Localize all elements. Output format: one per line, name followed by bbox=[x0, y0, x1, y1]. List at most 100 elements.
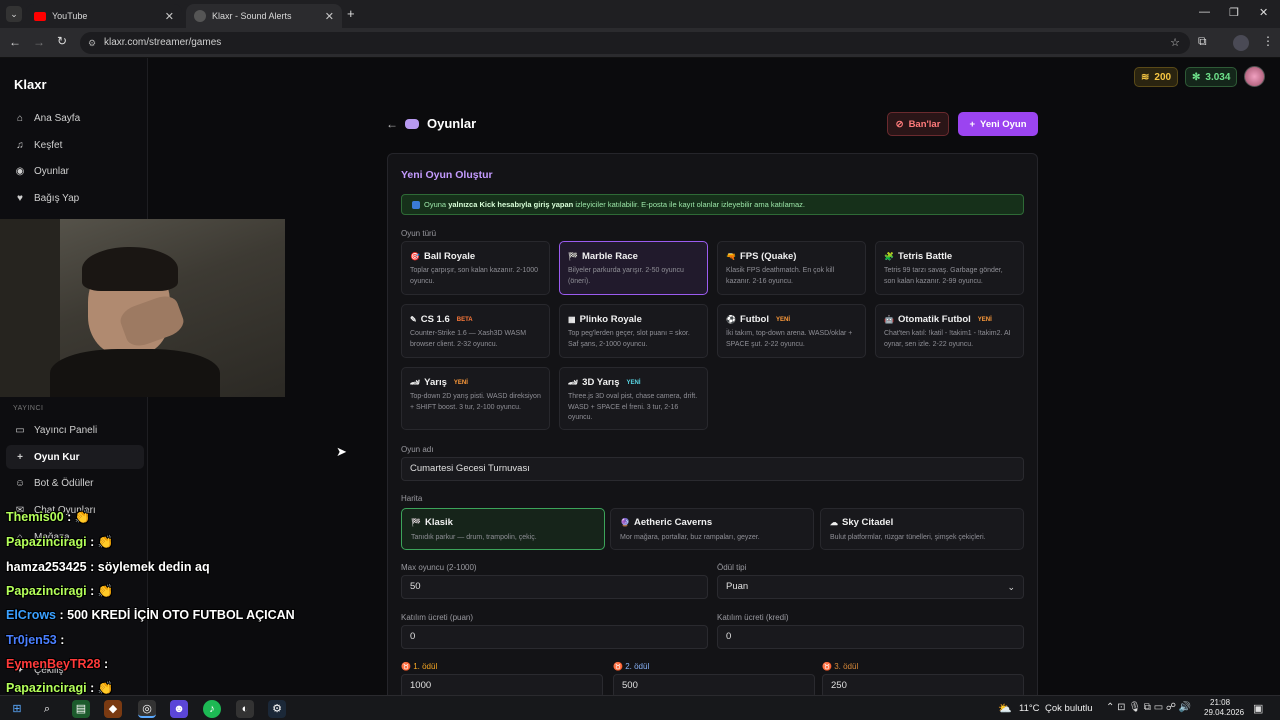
game-type-title-row: 🔫 FPS (Quake) bbox=[726, 251, 857, 262]
new-tab-icon[interactable]: + bbox=[347, 6, 355, 21]
entry-fee-credits-input[interactable]: 0 bbox=[717, 625, 1024, 649]
tab-klaxr[interactable]: Klaxr - Sound Alerts ✕ bbox=[186, 4, 342, 28]
credits-badge[interactable]: ✻ 3.034 bbox=[1185, 67, 1238, 87]
game-type-card[interactable]: ▦ Plinko Royale Top peg'lerden geçer, slot… bbox=[559, 304, 708, 358]
spotify-icon[interactable]: ♪ bbox=[203, 700, 221, 718]
prize-label-row: ♉ 2. ödül bbox=[613, 662, 649, 671]
steam-icon[interactable]: ⚙ bbox=[268, 700, 286, 718]
map-desc: Bulut platformlar, rüzgar tünelleri, şim… bbox=[830, 534, 986, 541]
site-info-icon[interactable]: ⚙ bbox=[88, 32, 96, 54]
close-icon[interactable]: ✕ bbox=[165, 10, 174, 23]
max-players-label: Max oyuncu (2-1000) bbox=[401, 563, 477, 572]
weather-icon: ⛅ bbox=[998, 703, 1012, 715]
menu-icon[interactable]: ⋮ bbox=[1262, 34, 1274, 48]
home-icon: ⌂ bbox=[16, 112, 24, 124]
tray-icons[interactable]: ⌃ ⊡ 🎙 ⧉ ▭ ☍ 🔊 bbox=[1106, 702, 1191, 713]
taskbar: ⊞ ⌕ ▤ ◆ ◎ ☻ ♪ ◐ ⚙ ⛅ 11°C Çok bulutlu ⌃ ⊡… bbox=[0, 695, 1280, 720]
sidebar-item-bot-rewards[interactable]: ☺ Bot & Ödüller bbox=[6, 471, 144, 495]
sidebar-item-discover[interactable]: ♫ Keşfet bbox=[6, 133, 144, 157]
sidebar-item-games[interactable]: ◉ Oyunlar bbox=[6, 159, 144, 183]
extensions-icon[interactable]: ⧉ bbox=[1198, 34, 1207, 49]
back-arrow-icon[interactable]: ← bbox=[386, 117, 398, 131]
game-type-title-row: 🏎 Yarış YENİ bbox=[410, 377, 541, 388]
address-bar: ← → ↻ ⚙ klaxr.com/streamer/games ☆ ⧉ ⋮ bbox=[0, 28, 1280, 58]
game-type-card[interactable]: ✎ CS 1.6 BETA Counter-Strike 1.6 — Xash3D W… bbox=[401, 304, 550, 358]
cloud-icon: ☁ bbox=[830, 518, 838, 527]
map-card[interactable]: ☁ Sky Citadel Bulut platformlar, rüzgar tü… bbox=[820, 508, 1024, 550]
max-players-input[interactable]: 50 bbox=[401, 575, 708, 599]
chat-emote: 👏 bbox=[97, 681, 114, 695]
sidebar-item-donate[interactable]: ♥ Bağış Yap bbox=[6, 186, 144, 210]
plinko-icon: ▦ bbox=[568, 315, 576, 324]
medal-icon: ♉ bbox=[401, 662, 411, 671]
sidebar-item-setup-game[interactable]: + Oyun Kur bbox=[6, 445, 144, 469]
windows-start-icon[interactable]: ⊞ bbox=[8, 700, 26, 718]
sidebar-item-label: Keşfet bbox=[34, 139, 63, 151]
map-title-row: 🔮 Aetheric Caverns bbox=[620, 517, 804, 528]
chat-username: Papazinciragi bbox=[6, 535, 87, 549]
sidebar-item-label: Yayıncı Paneli bbox=[34, 424, 98, 436]
monitor-icon: ▭ bbox=[15, 424, 25, 436]
map-card[interactable]: 🔮 Aetheric Caverns Mor mağara, portallar, … bbox=[610, 508, 814, 550]
app-icon-1[interactable]: ▤ bbox=[72, 700, 90, 718]
sidebar-item-home[interactable]: ⌂ Ana Sayfa bbox=[6, 106, 144, 130]
discord-icon[interactable]: ☻ bbox=[170, 700, 188, 718]
map-title: Sky Citadel bbox=[842, 517, 894, 528]
reward-type-select[interactable]: Puan ⌄ bbox=[717, 575, 1024, 599]
chat-emote: 👏 bbox=[97, 535, 114, 549]
user-avatar[interactable] bbox=[1244, 66, 1265, 87]
prize-label-row: ♉ 3. ödül bbox=[822, 662, 858, 671]
entry-fee-points-label: Katılım ücreti (puan) bbox=[401, 613, 474, 622]
sidebar-item-label: Bağış Yap bbox=[34, 192, 80, 204]
map-card[interactable]: 🏁 Klasik Tanıdık parkur — drum, trampolin,… bbox=[401, 508, 605, 550]
game-type-card[interactable]: ⚽ Futbol YENİ İki takım, top-down arena. WA… bbox=[717, 304, 866, 358]
entry-fee-points-input[interactable]: 0 bbox=[401, 625, 708, 649]
profile-avatar[interactable] bbox=[1233, 35, 1249, 51]
page-title: Oyunlar bbox=[427, 116, 477, 131]
chat-message: Papazinciragi : 👏 bbox=[6, 681, 113, 696]
close-icon[interactable]: ✕ bbox=[325, 10, 334, 23]
chrome-icon[interactable]: ◎ bbox=[138, 700, 156, 718]
bookmark-star-icon[interactable]: ☆ bbox=[1170, 32, 1180, 54]
game-type-card[interactable]: 🤖 Otomatik Futbol YENİ Chat'ten katıl: !kat… bbox=[875, 304, 1024, 358]
game-name-input[interactable]: Cumartesi Gecesi Turnuvası bbox=[401, 457, 1024, 481]
game-type-title-row: ✎ CS 1.6 BETA bbox=[410, 314, 541, 325]
search-icon[interactable]: ⌕ bbox=[38, 700, 56, 718]
chevron-down-icon: ⌄ bbox=[1007, 582, 1015, 592]
sidebar-item-streamer-panel[interactable]: ▭ Yayıncı Paneli bbox=[6, 418, 144, 442]
tab-search-icon[interactable]: ⌄ bbox=[6, 6, 22, 22]
game-type-card[interactable]: 🎯 Ball Royale Toplar çarpışır, son kalan k… bbox=[401, 241, 550, 295]
game-type-title: Plinko Royale bbox=[579, 314, 642, 325]
game-type-card[interactable]: 🏁 Marble Race Bilyeler parkurda yarışır. 2… bbox=[559, 241, 708, 295]
youtube-icon bbox=[34, 11, 46, 21]
back-icon[interactable]: ← bbox=[9, 35, 21, 49]
game-type-card[interactable]: 🧩 Tetris Battle Tetris 99 tarzı savaş. Gar… bbox=[875, 241, 1024, 295]
game-type-card[interactable]: 🔫 FPS (Quake) Klasik FPS deathmatch. En ço… bbox=[717, 241, 866, 295]
restore-icon[interactable]: ❐ bbox=[1229, 6, 1239, 19]
obs-icon[interactable]: ◐ bbox=[236, 700, 254, 718]
logo[interactable]: Klaxr bbox=[14, 77, 47, 92]
game-name-label: Oyun adı bbox=[401, 445, 434, 454]
game-type-desc: Tetris 99 tarzı savaş. Garbage gönder, s… bbox=[884, 267, 1003, 285]
game-type-title-row: 🎯 Ball Royale bbox=[410, 251, 541, 262]
game-type-card[interactable]: 🏎 3D Yarış YENİ Three.js 3D oval pist, chas… bbox=[559, 367, 708, 430]
game-type-card[interactable]: 🏎 Yarış YENİ Top-down 2D yarış pisti. WASD … bbox=[401, 367, 550, 430]
app-icon-2[interactable]: ◆ bbox=[104, 700, 122, 718]
tab-youtube[interactable]: YouTube ✕ bbox=[26, 4, 182, 28]
plus-icon: + bbox=[17, 451, 23, 463]
game-type-badge: YENİ bbox=[977, 316, 992, 323]
chat-text: : bbox=[60, 633, 65, 647]
webcam-person-hair bbox=[82, 247, 178, 291]
blocks-icon: 🧩 bbox=[884, 252, 894, 261]
entry-fee-credits-value: 0 bbox=[726, 631, 732, 642]
points-badge[interactable]: ≋ 200 bbox=[1134, 67, 1179, 87]
minimize-icon[interactable]: — bbox=[1199, 6, 1210, 18]
reload-icon[interactable]: ↻ bbox=[57, 34, 67, 48]
close-window-icon[interactable]: ✕ bbox=[1259, 6, 1268, 19]
notification-icon[interactable]: ▣ bbox=[1253, 702, 1263, 715]
sidebar-item-label: Oyunlar bbox=[34, 165, 70, 177]
url-field[interactable]: ⚙ klaxr.com/streamer/games ☆ bbox=[80, 32, 1190, 54]
new-game-button[interactable]: + Yeni Oyun bbox=[958, 112, 1038, 136]
forward-icon[interactable]: → bbox=[33, 35, 45, 49]
bans-button[interactable]: ⊘ Ban'lar bbox=[887, 112, 949, 136]
